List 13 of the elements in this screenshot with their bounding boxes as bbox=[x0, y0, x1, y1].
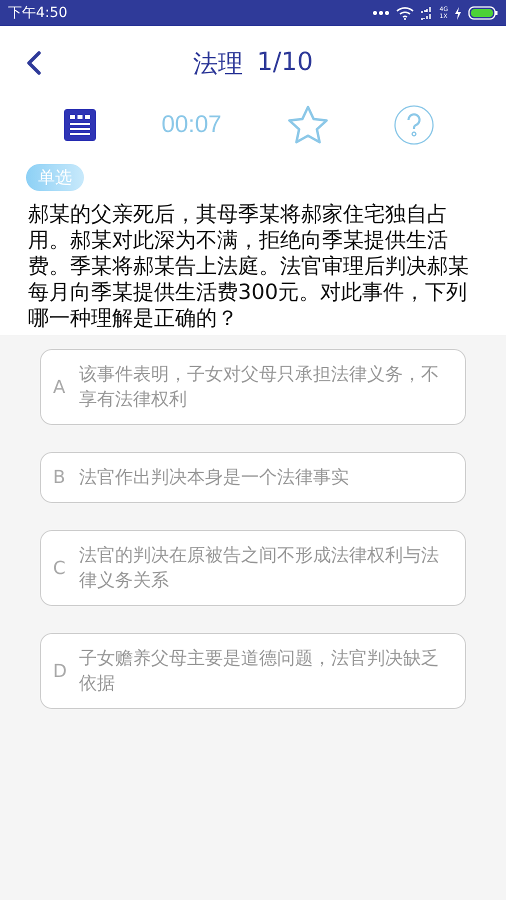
status-time: 下午4:50 bbox=[8, 4, 68, 22]
answer-option[interactable]: B 法官作出判决本身是一个法律事实 bbox=[40, 452, 466, 503]
wifi-icon bbox=[396, 6, 414, 20]
more-icon bbox=[372, 10, 390, 16]
timer: 00:07 bbox=[161, 111, 222, 139]
star-icon[interactable] bbox=[286, 105, 329, 145]
question-text: 郝某的父亲死后，其母季某将郝家住宅独自占用。郝某对此深为不满，拒绝向季某提供生活费。季某将郝某告上法庭。法官审理后判决郝某每月向季某提供生活费300元。对此事件，下列哪一种理解是正确的？ bbox=[27, 201, 470, 332]
battery-icon bbox=[468, 6, 498, 20]
answer-sheet-icon[interactable] bbox=[64, 109, 96, 141]
signal-icon bbox=[420, 6, 434, 20]
question-type-badge: 单选 bbox=[26, 164, 84, 191]
page-title: 法理 bbox=[192, 48, 243, 80]
charging-icon bbox=[454, 6, 462, 20]
